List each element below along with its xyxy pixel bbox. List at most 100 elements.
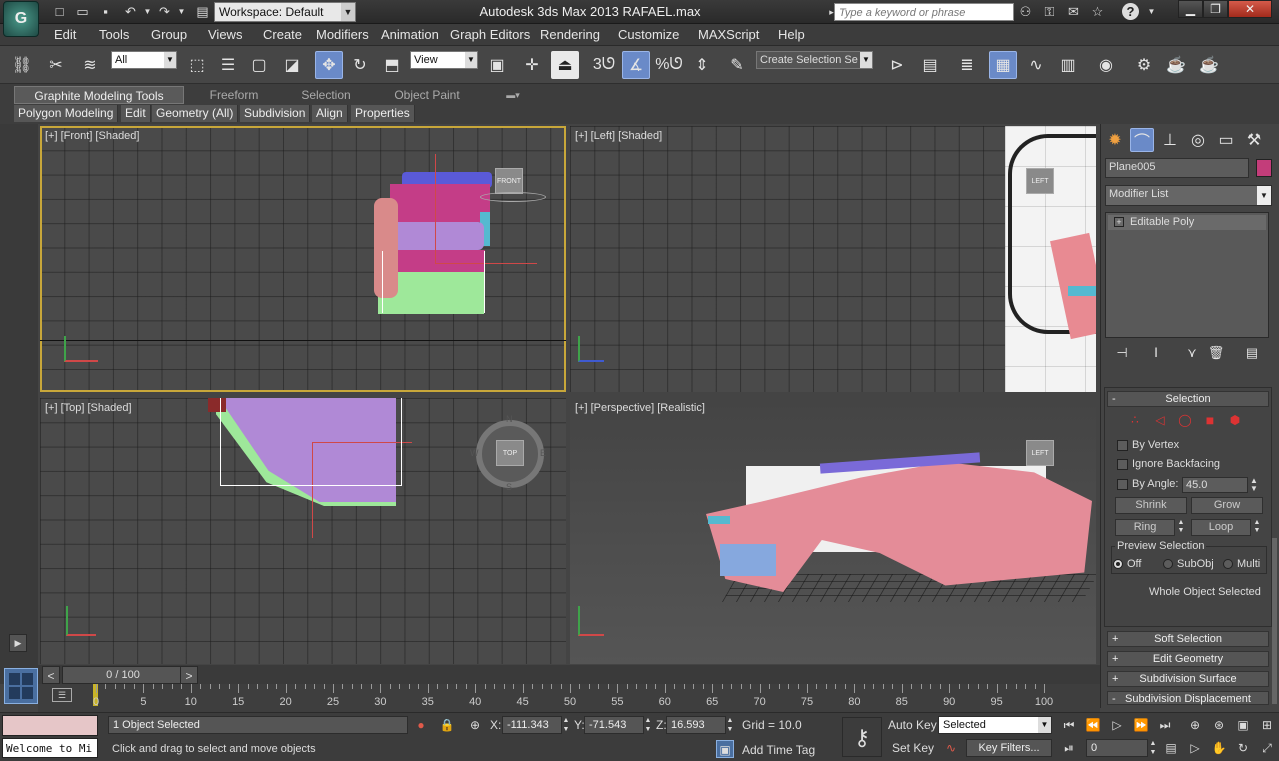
show-end-result-icon[interactable]: Ⅰ xyxy=(1145,342,1167,364)
maximize-viewport-icon[interactable]: ⤢ xyxy=(1258,739,1276,757)
z-coordinate-field[interactable]: 16.593 xyxy=(666,716,726,734)
tab-selection[interactable]: Selection xyxy=(284,86,368,104)
search-input[interactable]: Type a keyword or phrase xyxy=(834,3,1014,21)
align-icon[interactable]: ▤ xyxy=(916,51,944,79)
menu-customize[interactable]: Customize xyxy=(618,27,679,42)
edge-mode-icon[interactable]: ◁ xyxy=(1150,410,1170,430)
project-folder-icon[interactable]: ▤ xyxy=(193,3,212,21)
select-scale-icon[interactable]: ⬒ xyxy=(378,51,406,79)
top-viewport-label[interactable]: [+] [Top] [Shaded] xyxy=(45,402,132,414)
make-unique-icon[interactable]: ⋎ xyxy=(1181,342,1203,364)
angle-spinner-arrows-icon[interactable]: ▲ ▼ xyxy=(1248,477,1260,493)
key-mode-dropdown[interactable]: Selected ▼ xyxy=(938,716,1052,734)
motion-tab-icon[interactable]: ◎ xyxy=(1186,128,1210,152)
loop-button[interactable]: Loop xyxy=(1191,519,1251,536)
orbit-icon[interactable]: ↻ xyxy=(1234,739,1252,757)
menu-maxscript[interactable]: MAXScript xyxy=(698,27,759,42)
x-spinner-icon[interactable]: ▲ ▼ xyxy=(561,716,571,734)
menu-rendering[interactable]: Rendering xyxy=(540,27,600,42)
rendered-frame-icon[interactable]: ☕ xyxy=(1162,51,1190,79)
by-vertex-checkbox[interactable] xyxy=(1117,440,1128,451)
maxscript-listener-pink[interactable] xyxy=(2,715,98,736)
soft-selection-rollout[interactable]: + Soft Selection xyxy=(1107,631,1269,647)
named-selection-sets-dropdown[interactable]: Create Selection Se ▼ xyxy=(756,51,873,69)
element-mode-icon[interactable]: ⬢ xyxy=(1225,410,1245,430)
frame-spinner-icon[interactable]: ▲ ▼ xyxy=(1148,739,1158,757)
key-mode-toggle-icon[interactable]: ⏯ xyxy=(1060,739,1078,757)
left-viewport[interactable]: [+] [Left] [Shaded] LEFT xyxy=(570,126,1096,392)
select-by-name-icon[interactable]: ☰ xyxy=(214,51,242,79)
polygon-mode-icon[interactable]: ■ xyxy=(1200,410,1220,430)
search-binoculars-icon[interactable]: ⚇ xyxy=(1016,3,1035,21)
go-to-start-icon[interactable]: ⏮ xyxy=(1060,716,1078,734)
zoom-extents-icon[interactable]: ▣ xyxy=(1234,716,1252,734)
stack-item-editable-poly[interactable]: + Editable Poly xyxy=(1108,215,1266,230)
x-coordinate-field[interactable]: -111.343 xyxy=(502,716,562,734)
select-move-icon[interactable]: ✥ xyxy=(315,51,343,79)
select-manipulate-icon[interactable]: ✛ xyxy=(518,51,546,79)
zoom-icon[interactable]: ⊕ xyxy=(1186,716,1204,734)
mirror-icon[interactable]: ⊳ xyxy=(883,51,911,79)
window-crossing-icon[interactable]: ◪ xyxy=(278,51,306,79)
key-filters-button[interactable]: Key Filters... xyxy=(966,739,1052,757)
perspective-viewport-label[interactable]: [+] [Perspective] [Realistic] xyxy=(575,402,705,414)
render-icon[interactable]: ☕ xyxy=(1195,51,1223,79)
ignore-backfacing-checkbox[interactable] xyxy=(1117,459,1128,470)
close-button[interactable]: ✕ xyxy=(1228,0,1272,18)
next-frame-icon[interactable]: ⏩ xyxy=(1132,716,1150,734)
tab-freeform[interactable]: Freeform xyxy=(186,86,282,104)
select-object-icon[interactable]: ⬚ xyxy=(183,51,211,79)
menu-edit[interactable]: Edit xyxy=(54,27,76,42)
auto-key-button[interactable]: Auto Key xyxy=(888,718,937,732)
create-tab-icon[interactable]: ✹ xyxy=(1103,128,1127,152)
selection-filter-dropdown[interactable]: All ▼ xyxy=(111,51,177,69)
subtab-align[interactable]: Align xyxy=(312,105,348,122)
layer-manager-icon[interactable]: ≣ xyxy=(953,51,981,79)
link-icon[interactable]: ⛓ xyxy=(8,51,36,79)
menu-views[interactable]: Views xyxy=(208,27,242,42)
pin-stack-icon[interactable]: ⊣ xyxy=(1111,342,1133,364)
angle-snap-icon[interactable]: ∡ xyxy=(622,51,650,79)
viewport-layout-button[interactable] xyxy=(4,668,38,704)
menu-animation[interactable]: Animation xyxy=(381,27,439,42)
top-viewport[interactable]: [+] [Top] [Shaded] TOP N S E W xyxy=(40,398,566,664)
viewcube-front-icon[interactable]: FRONT xyxy=(495,168,523,194)
isolate-selection-icon[interactable]: ● xyxy=(412,716,430,734)
percent-snap-icon[interactable]: % ᘎ xyxy=(655,51,683,79)
viewcube-top-icon[interactable]: TOP xyxy=(496,440,524,466)
preview-multi-radio[interactable] xyxy=(1223,559,1233,569)
front-viewport[interactable]: [+] [Front] [Shaded] FRONT xyxy=(40,126,566,392)
preview-off-radio[interactable] xyxy=(1113,559,1123,569)
object-color-swatch[interactable] xyxy=(1256,159,1272,177)
menu-group[interactable]: Group xyxy=(151,27,187,42)
menu-modifiers[interactable]: Modifiers xyxy=(316,27,369,42)
subtab-geometry-all[interactable]: Geometry (All) xyxy=(152,105,239,122)
prev-frame-arrow[interactable]: < xyxy=(42,666,60,684)
selection-lock-icon[interactable]: 🔒 xyxy=(438,716,456,734)
panel-scrollbar[interactable] xyxy=(1272,538,1277,704)
tab-object-paint[interactable]: Object Paint xyxy=(372,86,482,104)
track-bar[interactable]: ☰ 0 5 10 15 20 25 30 35 40 45 50 55 60 65 70 75 80 85 90 95… xyxy=(38,684,1100,712)
vertex-mode-icon[interactable]: ∴ xyxy=(1125,410,1145,430)
graphite-toggle-icon[interactable]: ▦ xyxy=(989,51,1017,79)
grow-button[interactable]: Grow xyxy=(1191,497,1263,514)
viewcube-left-icon[interactable]: LEFT xyxy=(1026,168,1054,194)
help-icon[interactable]: ? xyxy=(1122,3,1139,20)
workspace-dropdown[interactable]: Workspace: Default ▼ xyxy=(214,2,356,22)
subdivision-surface-rollout[interactable]: + Subdivision Surface xyxy=(1107,671,1269,687)
selection-rollout-header[interactable]: - Selection xyxy=(1107,391,1269,407)
subtab-edit[interactable]: Edit xyxy=(121,105,151,122)
edit-geometry-rollout[interactable]: + Edit Geometry xyxy=(1107,651,1269,667)
rect-selection-region-icon[interactable]: ▢ xyxy=(245,51,273,79)
save-file-icon[interactable]: ▪ xyxy=(96,3,115,21)
menu-create[interactable]: Create xyxy=(263,27,302,42)
expand-panel-icon[interactable]: ▶ xyxy=(9,634,27,652)
bind-space-warp-icon[interactable]: ≋ xyxy=(76,51,104,79)
remove-modifier-icon[interactable]: 🗑 xyxy=(1205,342,1227,364)
subdivision-displacement-rollout[interactable]: - Subdivision Displacement xyxy=(1107,691,1269,705)
reference-coordinate-dropdown[interactable]: View ▼ xyxy=(410,51,478,69)
stack-expand-icon[interactable]: + xyxy=(1114,217,1124,227)
y-coordinate-field[interactable]: -71.543 xyxy=(584,716,644,734)
go-to-end-icon[interactable]: ⏭ xyxy=(1156,716,1174,734)
schematic-view-icon[interactable]: ▥ xyxy=(1054,51,1082,79)
